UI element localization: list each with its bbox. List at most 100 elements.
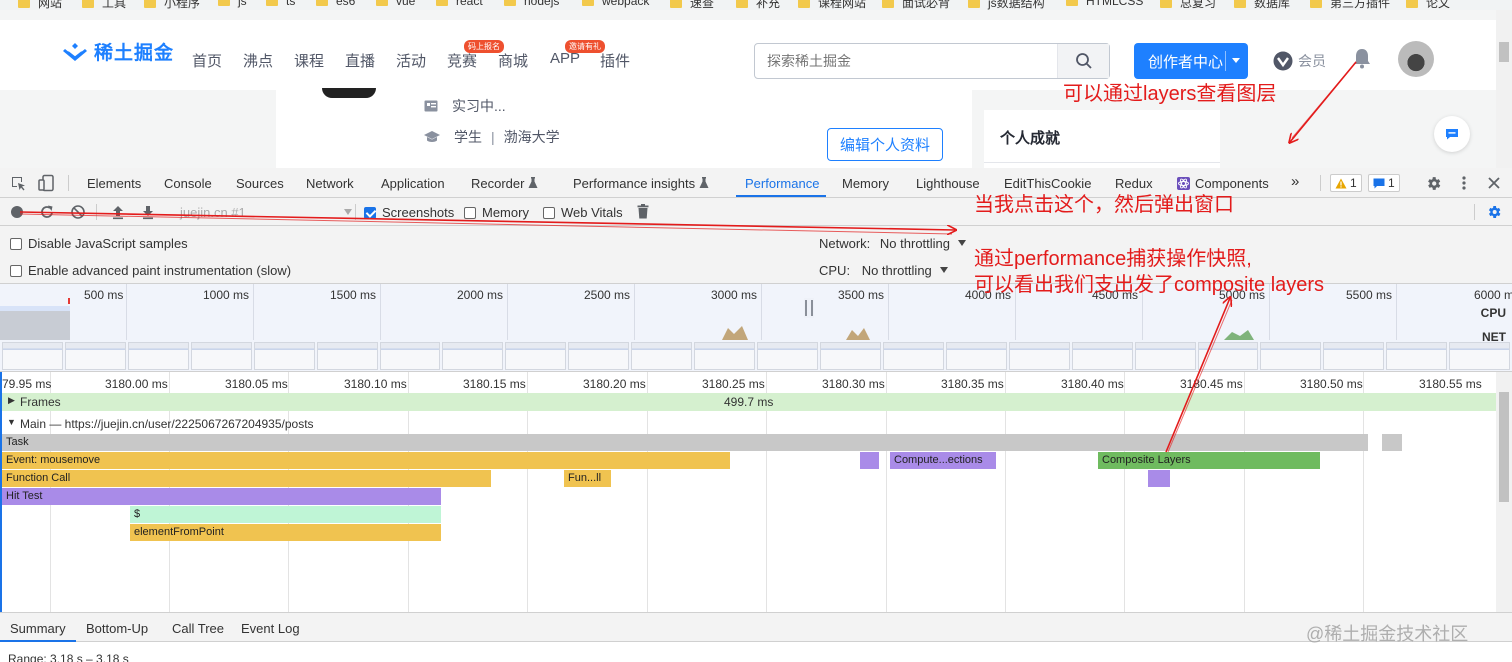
tab-network[interactable]: Network (306, 176, 354, 191)
collapse-triangle-icon[interactable]: ▼ (7, 417, 16, 427)
memory-checkbox[interactable]: Memory (464, 205, 529, 220)
nav-courses[interactable]: 课程 (294, 50, 324, 71)
bookmark-folder[interactable]: js (218, 0, 247, 8)
capture-settings-gear-icon[interactable] (1486, 204, 1502, 220)
tab-call-tree[interactable]: Call Tree (172, 621, 224, 636)
bookmark-folder[interactable]: nodejs (504, 0, 559, 8)
network-throttling[interactable]: Network: No throttling (819, 236, 967, 251)
task-bar[interactable]: Task (2, 434, 1368, 451)
tab-elements[interactable]: Elements (87, 176, 141, 191)
bookmark-folder[interactable]: 总复习 (1160, 0, 1216, 10)
expand-triangle-icon[interactable]: ▶ (8, 395, 15, 406)
web-vitals-checkbox[interactable]: Web Vitals (543, 205, 623, 220)
dollar-bar[interactable]: $ (130, 506, 441, 523)
bookmark-folder[interactable]: react (436, 0, 483, 8)
tab-lighthouse[interactable]: Lighthouse (916, 176, 980, 191)
nav-competition[interactable]: 竞赛 (447, 50, 477, 71)
logo[interactable]: 稀土掘金 (62, 38, 174, 65)
function-call-bar[interactable]: Function Call (2, 470, 491, 487)
inspect-element-icon[interactable] (10, 175, 26, 191)
tab-console[interactable]: Console (164, 176, 212, 191)
advanced-paint-checkbox[interactable]: Enable advanced paint instrumentation (s… (10, 263, 291, 278)
bookmark-folder[interactable]: 论文 (1406, 0, 1450, 10)
more-options-icon[interactable] (1459, 175, 1469, 191)
trash-icon[interactable] (637, 204, 649, 219)
task-bar[interactable] (1382, 434, 1402, 451)
recording-select[interactable]: juejin.cn #1 (180, 205, 246, 220)
tab-memory[interactable]: Memory (842, 176, 889, 191)
caret-down-icon[interactable] (1232, 58, 1240, 63)
event-mousemove-bar[interactable]: Event: mousemove (2, 452, 730, 469)
bookmark-folder[interactable]: 工具 (82, 0, 126, 10)
bookmark-folder[interactable]: HTMLCSS (1066, 0, 1143, 8)
clear-icon[interactable] (70, 204, 86, 220)
tab-application[interactable]: Application (381, 176, 445, 191)
feedback-button[interactable] (1434, 116, 1470, 152)
flame-chart[interactable]: 79.95 ms 3180.00 ms 3180.05 ms 3180.10 m… (0, 372, 1496, 612)
page-scrollbar[interactable] (1496, 10, 1512, 168)
function-call-short-bar[interactable]: Fun...ll (564, 470, 611, 487)
upload-icon[interactable] (111, 204, 125, 220)
close-icon[interactable] (1487, 176, 1501, 190)
user-avatar[interactable] (1398, 41, 1434, 77)
filmstrip-frame (757, 342, 818, 370)
tab-event-log[interactable]: Event Log (241, 621, 300, 636)
bookmark-folder[interactable]: 小程序 (144, 0, 200, 10)
bookmark-folder[interactable]: 面试必背 (882, 0, 950, 10)
nav-pins[interactable]: 沸点 (243, 50, 273, 71)
search-button[interactable] (1057, 44, 1109, 78)
bookmark-folder[interactable]: 补充 (736, 0, 780, 10)
bookmark-folder[interactable]: ts (266, 0, 295, 8)
recording-select-caret-icon[interactable] (344, 209, 352, 215)
rendering-bar[interactable] (1148, 470, 1170, 487)
bookmark-folder[interactable]: 第三方插件 (1310, 0, 1390, 10)
disable-js-samples-checkbox[interactable]: Disable JavaScript samples (10, 236, 188, 251)
hit-test-bar[interactable]: Hit Test (2, 488, 441, 505)
vip-link[interactable]: 会员 (1272, 50, 1326, 72)
more-tabs-icon[interactable]: » (1291, 173, 1299, 190)
main-thread-header[interactable]: ▼ Main — https://juejin.cn/user/22250672… (2, 415, 1496, 433)
caret-down-icon (958, 240, 967, 246)
edit-profile-button[interactable]: 编辑个人资料 (827, 128, 943, 161)
tab-bottom-up[interactable]: Bottom-Up (86, 621, 148, 636)
message-counter[interactable]: 1 (1368, 174, 1400, 192)
bookmark-folder[interactable]: 数据库 (1234, 0, 1290, 10)
nav-events[interactable]: 活动 (396, 50, 426, 71)
nav-live[interactable]: 直播 (345, 50, 375, 71)
composite-layers-bar[interactable]: Composite Layers (1098, 452, 1320, 469)
rendering-bar[interactable] (860, 452, 879, 469)
flame-scrollbar[interactable] (1496, 372, 1512, 612)
record-icon[interactable] (10, 205, 24, 219)
bookmark-folder[interactable]: 网站 (18, 0, 62, 10)
nav-home[interactable]: 首页 (192, 50, 222, 71)
device-toolbar-icon[interactable] (38, 174, 56, 192)
bookmark-folder[interactable]: 课程网站 (798, 0, 866, 10)
creator-center-button[interactable]: 创作者中心 (1134, 43, 1248, 79)
search-input[interactable] (755, 44, 1055, 78)
scroll-thumb[interactable] (1499, 392, 1509, 502)
bookmark-folder[interactable]: 速查 (670, 0, 714, 10)
screenshots-checkbox[interactable]: Screenshots (364, 205, 454, 220)
settings-gear-icon[interactable] (1425, 175, 1442, 192)
tab-performance-insights[interactable]: Performance insights (573, 176, 709, 191)
tab-recorder[interactable]: Recorder (471, 176, 538, 191)
nav-shop[interactable]: 商城 (498, 50, 528, 71)
tab-performance[interactable]: Performance (745, 176, 819, 191)
compute-sections-bar[interactable]: Compute...ections (890, 452, 996, 469)
warning-counter[interactable]: 1 (1330, 174, 1362, 192)
bookmark-folder[interactable]: es6 (316, 0, 355, 8)
scroll-thumb[interactable] (1499, 42, 1509, 62)
bookmark-folder[interactable]: webpack (582, 0, 649, 8)
frames-track[interactable]: ▶ Frames 499.7 ms (2, 393, 1496, 411)
cpu-throttling[interactable]: CPU: No throttling (819, 263, 948, 278)
timeline-overview[interactable]: 500 ms 1000 ms 1500 ms 2000 ms 2500 ms 3… (0, 284, 1512, 372)
tab-sources[interactable]: Sources (236, 176, 284, 191)
reload-record-icon[interactable] (39, 204, 55, 220)
nav-plugins[interactable]: 插件 (600, 50, 630, 71)
bookmark-folder[interactable]: vue (376, 0, 415, 8)
bell-icon[interactable] (1352, 47, 1372, 69)
download-icon[interactable] (141, 204, 155, 220)
element-from-point-bar[interactable]: elementFromPoint (130, 524, 441, 541)
bookmark-folder[interactable]: js数据结构 (968, 0, 1045, 10)
tab-summary[interactable]: Summary (10, 621, 66, 636)
